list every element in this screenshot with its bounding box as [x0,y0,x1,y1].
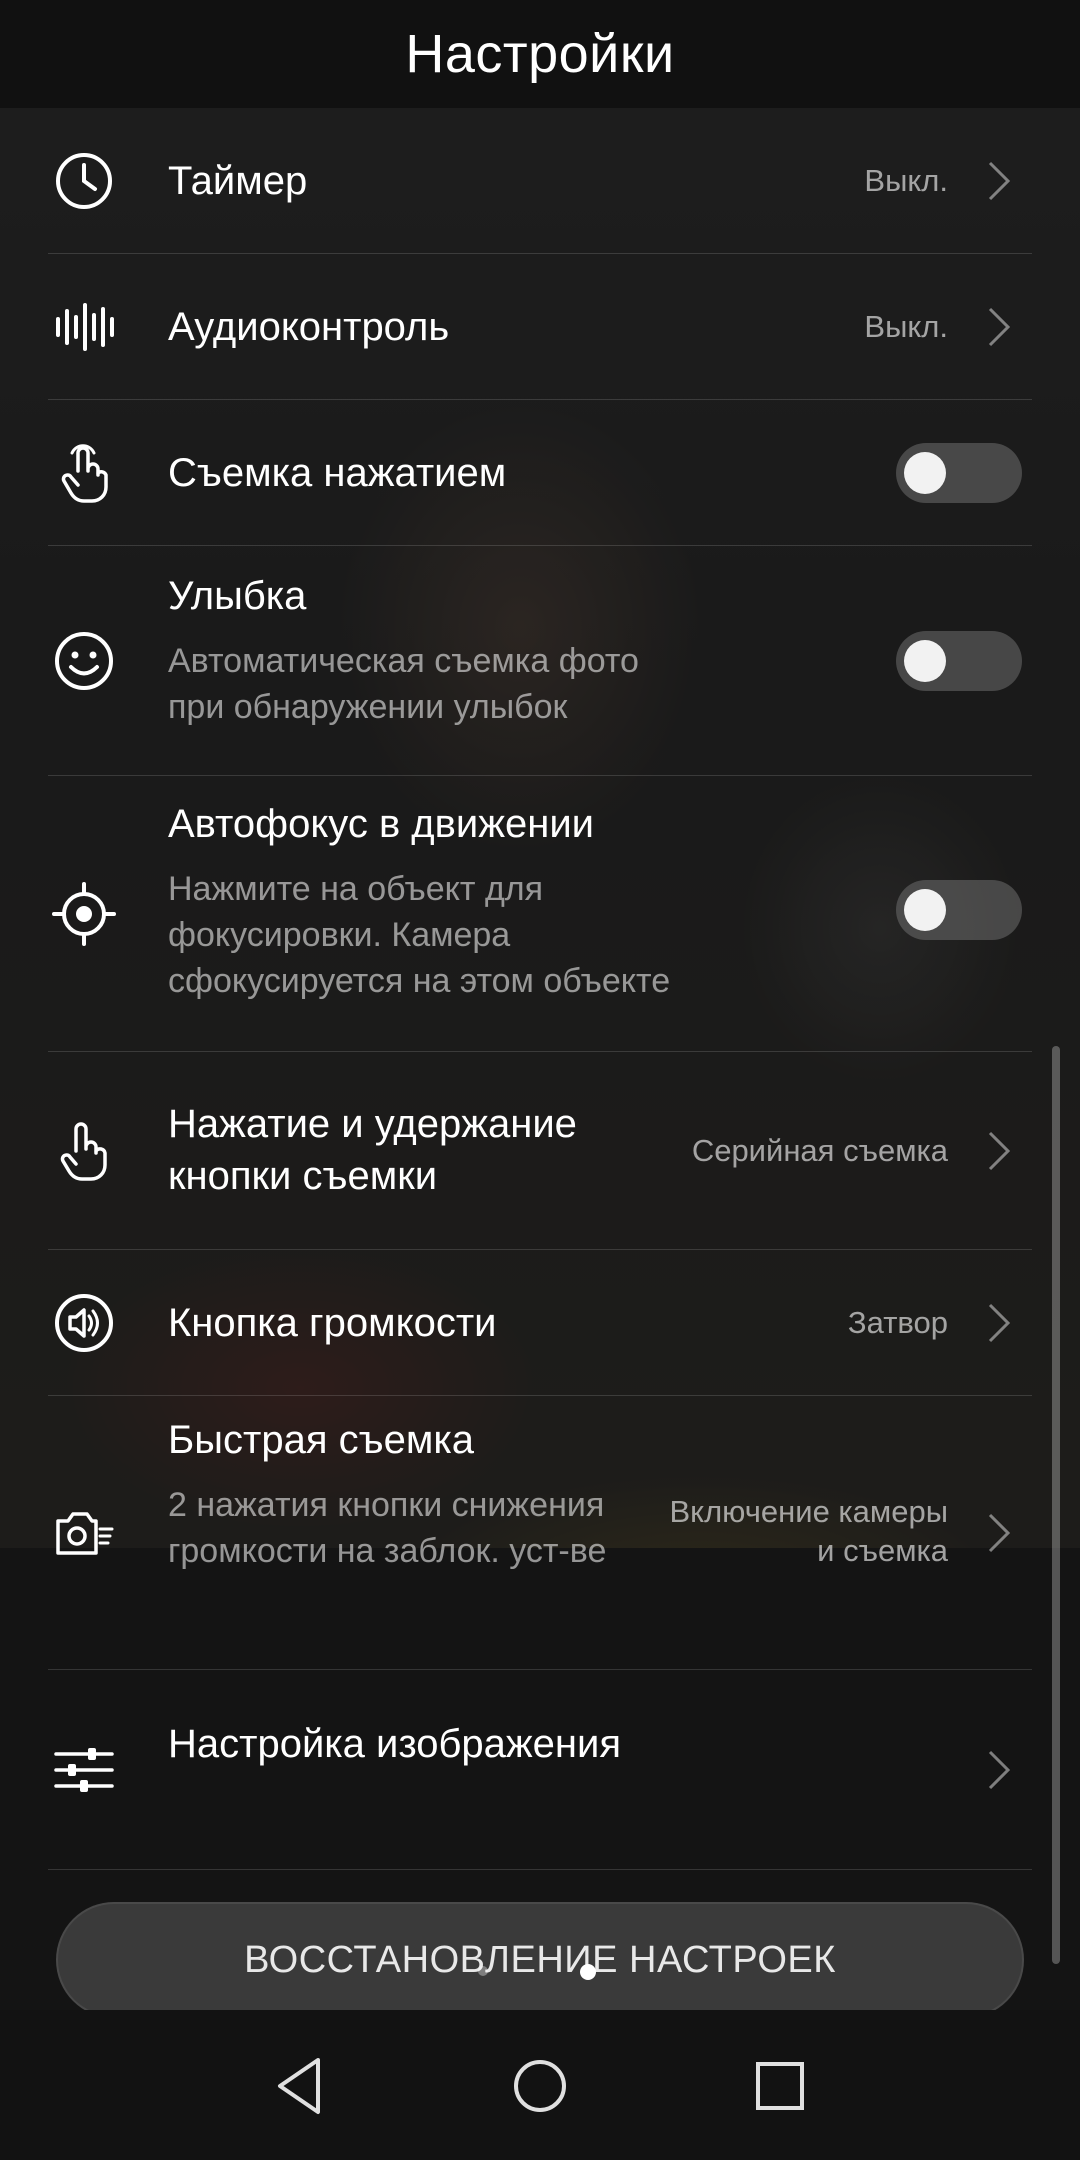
page-indicator-dot-active [580,1964,596,1980]
chevron-right-icon [988,1303,1011,1343]
setting-value: Включение камеры и съемка [669,1494,949,1568]
toggle-knob [904,889,946,931]
back-icon[interactable] [260,2046,340,2126]
setting-label: Кнопка громкости [168,1301,497,1345]
setting-description: Нажмите на объект для фокусировки. Камер… [168,870,671,1000]
chevron-right-icon [988,307,1011,347]
setting-volume-button[interactable]: Кнопка громкости Затвор [0,1250,1080,1396]
restore-settings-label: ВОССТАНОВЛЕНИЕ НАСТРОЕК [244,1938,836,1981]
target-icon [48,878,120,950]
press-hand-icon [48,1115,120,1187]
home-icon[interactable] [500,2046,580,2126]
sliders-icon [48,1734,120,1806]
setting-label: Таймер [168,159,308,203]
setting-description: 2 нажатия кнопки снижения громкости на з… [168,1486,607,1570]
chevron-right-icon [988,161,1011,201]
divider [48,1869,1032,1870]
setting-value: Выкл. [864,163,948,198]
setting-value: Серийная съемка [691,1133,948,1168]
toggle-knob [904,452,946,494]
title-bar: Настройки [0,0,1080,108]
setting-timer[interactable]: Таймер Выкл. [0,108,1080,254]
setting-label: Быстрая съемка [168,1418,474,1462]
setting-motion-autofocus[interactable]: Автофокус в движении Нажмите на объект д… [0,776,1080,1052]
recents-icon[interactable] [740,2046,820,2126]
camera-settings-screen: Настройки Таймер Выкл. Аудиоконтроль Вык… [0,0,1080,2160]
quick-camera-icon [48,1497,120,1569]
chevron-right-icon [988,1131,1011,1171]
system-navigation-bar [0,2010,1080,2160]
page-title: Настройки [405,24,675,84]
motion-autofocus-toggle[interactable] [896,880,1022,940]
setting-label: Съемка нажатием [168,451,507,495]
setting-press-hold[interactable]: Нажатие и удержание кнопки съемки Серийн… [0,1052,1080,1250]
smile-toggle[interactable] [896,631,1022,691]
setting-label: Улыбка [168,574,307,618]
setting-description: Автоматическая съемка фото при обнаружен… [168,642,639,726]
setting-label: Настройка изображения [168,1722,622,1766]
setting-quick-capture[interactable]: Быстрая съемка 2 нажатия кнопки снижения… [0,1396,1080,1670]
setting-value: Затвор [847,1305,948,1340]
page-indicator-dot [478,1966,488,1976]
chevron-right-icon [988,1750,1011,1790]
setting-label: Автофокус в движении [168,802,595,846]
smile-icon [48,625,120,697]
setting-touch-capture[interactable]: Съемка нажатием [0,400,1080,546]
setting-smile[interactable]: Улыбка Автоматическая съемка фото при об… [0,546,1080,776]
touch-capture-toggle[interactable] [896,443,1022,503]
scrollbar[interactable] [1052,1046,1060,1964]
setting-label: Нажатие и удержание кнопки съемки [168,1102,577,1198]
touch-hand-icon [48,437,120,509]
setting-label: Аудиоконтроль [168,305,450,349]
setting-image-adjustment[interactable]: Настройка изображения [0,1670,1080,1870]
toggle-knob [904,640,946,682]
volume-icon [48,1287,120,1359]
settings-list: Таймер Выкл. Аудиоконтроль Выкл. Съемка … [0,108,1080,1870]
chevron-right-icon [988,1513,1011,1553]
clock-icon [48,145,120,217]
soundwave-icon [48,291,120,363]
setting-value: Выкл. [864,309,948,344]
restore-settings-button[interactable]: ВОССТАНОВЛЕНИЕ НАСТРОЕК [56,1902,1024,2018]
setting-audio-control[interactable]: Аудиоконтроль Выкл. [0,254,1080,400]
